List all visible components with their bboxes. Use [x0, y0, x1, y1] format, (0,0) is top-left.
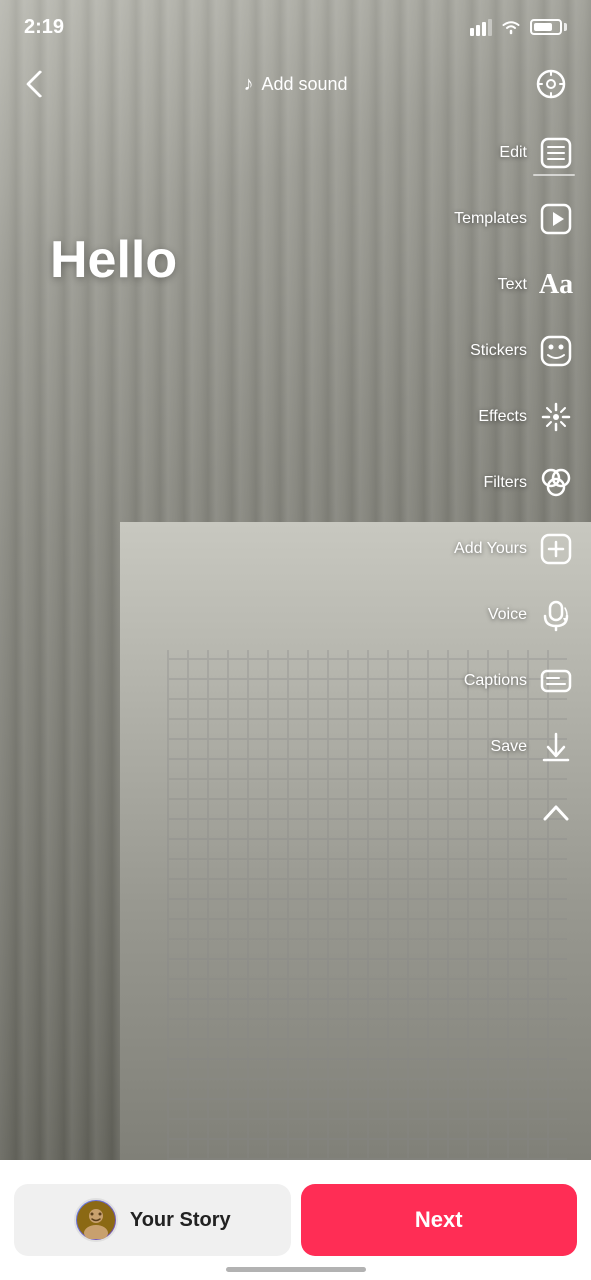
- add-yours-icon: [537, 530, 575, 568]
- add-sound-label: Add sound: [261, 74, 347, 95]
- stickers-label: Stickers: [470, 342, 527, 360]
- your-story-label: Your Story: [130, 1209, 231, 1232]
- battery-icon: [530, 19, 567, 35]
- home-indicator: [226, 1267, 366, 1272]
- add-yours-label: Add Yours: [454, 540, 527, 558]
- status-bar: 2:19: [0, 0, 591, 54]
- effects-icon: [537, 398, 575, 436]
- gear-icon: [535, 68, 567, 100]
- right-sidebar: Edit Templates Text Aa Stickers: [450, 120, 579, 846]
- edit-icon: [537, 134, 575, 172]
- effects-tool[interactable]: Effects: [474, 384, 579, 450]
- captions-icon: [537, 662, 575, 700]
- hello-overlay-text: Hello: [50, 230, 391, 290]
- wifi-icon: [500, 19, 522, 35]
- templates-icon: [537, 200, 575, 238]
- save-icon: [537, 728, 575, 766]
- back-button[interactable]: [18, 62, 62, 106]
- signal-icon: [470, 18, 492, 36]
- effects-label: Effects: [478, 408, 527, 426]
- filters-label: Filters: [483, 474, 527, 492]
- chevron-up-icon: [537, 794, 575, 832]
- settings-button[interactable]: [529, 62, 573, 106]
- save-tool[interactable]: Save: [487, 714, 579, 780]
- voice-label: Voice: [488, 606, 527, 624]
- collapse-tool[interactable]: [533, 780, 579, 846]
- text-icon: Aa: [537, 266, 575, 304]
- text-label: Text: [498, 276, 527, 294]
- voice-tool[interactable]: Voice: [484, 582, 579, 648]
- filters-icon: [537, 464, 575, 502]
- your-story-button[interactable]: Your Story: [14, 1184, 291, 1256]
- add-yours-tool[interactable]: Add Yours: [450, 516, 579, 582]
- save-label: Save: [491, 738, 527, 756]
- stickers-icon: [537, 332, 575, 370]
- next-button[interactable]: Next: [301, 1184, 578, 1256]
- status-icons: [470, 18, 567, 36]
- captions-label: Captions: [464, 672, 527, 690]
- back-chevron-icon: [26, 70, 54, 98]
- avatar-face-icon: [77, 1201, 115, 1239]
- add-sound-button[interactable]: ♪ Add sound: [243, 73, 347, 96]
- text-tool[interactable]: Text Aa: [494, 252, 579, 318]
- edit-tool[interactable]: Edit: [495, 120, 579, 186]
- avatar: [74, 1198, 118, 1242]
- voice-icon: [537, 596, 575, 634]
- edit-label: Edit: [499, 144, 527, 162]
- next-label: Next: [415, 1207, 463, 1233]
- templates-label: Templates: [454, 210, 527, 228]
- top-header: ♪ Add sound: [0, 54, 591, 114]
- captions-tool[interactable]: Captions: [460, 648, 579, 714]
- status-time: 2:19: [24, 16, 64, 39]
- filters-tool[interactable]: Filters: [479, 450, 579, 516]
- bottom-bar: Your Story Next: [0, 1160, 591, 1280]
- music-icon: ♪: [243, 73, 253, 96]
- stickers-tool[interactable]: Stickers: [466, 318, 579, 384]
- templates-tool[interactable]: Templates: [450, 186, 579, 252]
